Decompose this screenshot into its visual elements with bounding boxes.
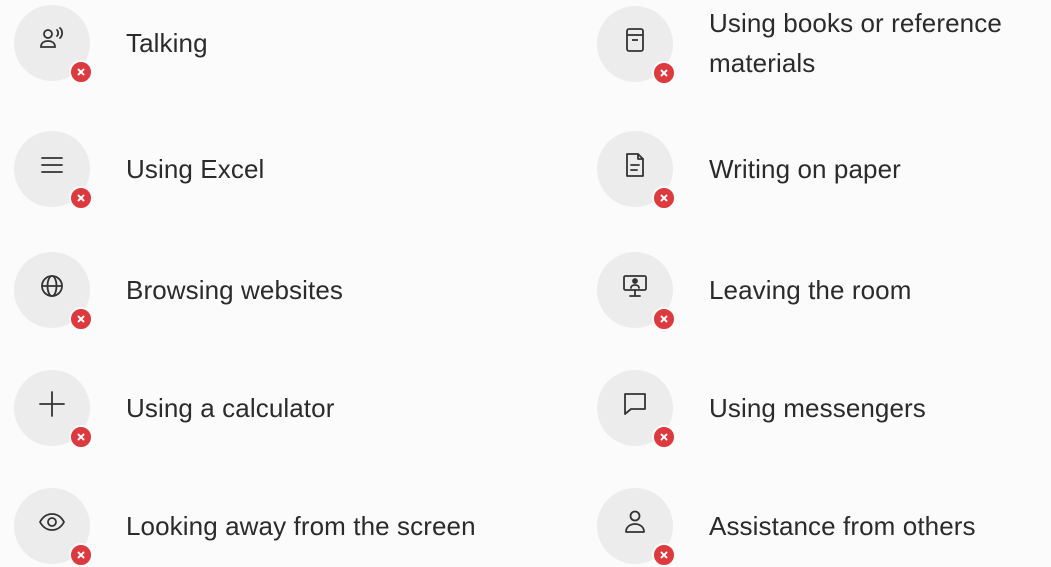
rule-looking-away: Looking away from the screen	[14, 488, 476, 567]
rule-label: Leaving the room	[709, 275, 912, 305]
rule-using-excel: Using Excel	[14, 131, 265, 210]
not-allowed-icon	[69, 543, 93, 567]
speaking-person-icon	[40, 27, 63, 48]
rule-icon-badge	[14, 131, 93, 210]
rule-icon-badge	[597, 488, 676, 567]
rule-label: Writing on paper	[709, 154, 901, 184]
not-allowed-icon	[652, 307, 676, 331]
rule-assistance-from-others: Assistance from others	[597, 488, 976, 567]
not-allowed-icon	[652, 186, 676, 210]
not-allowed-icon	[69, 60, 93, 84]
rule-icon-badge	[597, 6, 676, 85]
rule-browsing-websites: Browsing websites	[14, 252, 344, 331]
rule-label: Looking away from the screen	[126, 511, 476, 541]
not-allowed-icon	[69, 425, 93, 449]
rule-using-messengers: Using messengers	[597, 370, 926, 449]
rule-icon-badge	[14, 488, 93, 567]
menu-lines-icon	[41, 157, 63, 173]
rule-label: Assistance from others	[709, 511, 976, 541]
rule-icon-badge	[597, 370, 676, 449]
person-icon	[625, 510, 645, 533]
proctoring-rules-list: Talking Using Excel Browsing websites Us…	[0, 0, 1051, 567]
chat-bubble-icon	[624, 393, 646, 415]
rule-icon-badge	[597, 131, 676, 210]
rule-icon-badge	[597, 252, 676, 331]
not-allowed-icon	[69, 186, 93, 210]
not-allowed-icon	[69, 307, 93, 331]
rule-icon-badge	[14, 252, 93, 331]
eye-icon	[38, 513, 66, 531]
rule-talking: Talking	[14, 5, 208, 84]
book-icon	[626, 28, 644, 52]
not-allowed-icon	[652, 543, 676, 567]
plus-icon	[39, 391, 65, 417]
rule-using-calculator: Using a calculator	[14, 370, 335, 449]
rule-icon-badge	[14, 370, 93, 449]
rule-using-books: Using books or reference materials	[597, 5, 1044, 85]
rule-icon-badge	[14, 5, 93, 84]
rule-label: Browsing websites	[126, 275, 344, 305]
rule-leaving-room: Leaving the room	[597, 252, 912, 331]
globe-icon	[41, 275, 63, 297]
document-icon	[626, 153, 644, 177]
rule-label: Using Excel	[126, 154, 265, 184]
rule-label: Using books or reference materials	[709, 8, 1002, 78]
not-allowed-icon	[652, 425, 676, 449]
rule-label: Using messengers	[709, 393, 926, 423]
presenter-screen-icon	[623, 275, 647, 297]
not-allowed-icon	[652, 61, 676, 85]
rule-writing-on-paper: Writing on paper	[597, 131, 901, 210]
rule-label: Using a calculator	[126, 393, 335, 423]
rule-label: Talking	[126, 28, 208, 58]
